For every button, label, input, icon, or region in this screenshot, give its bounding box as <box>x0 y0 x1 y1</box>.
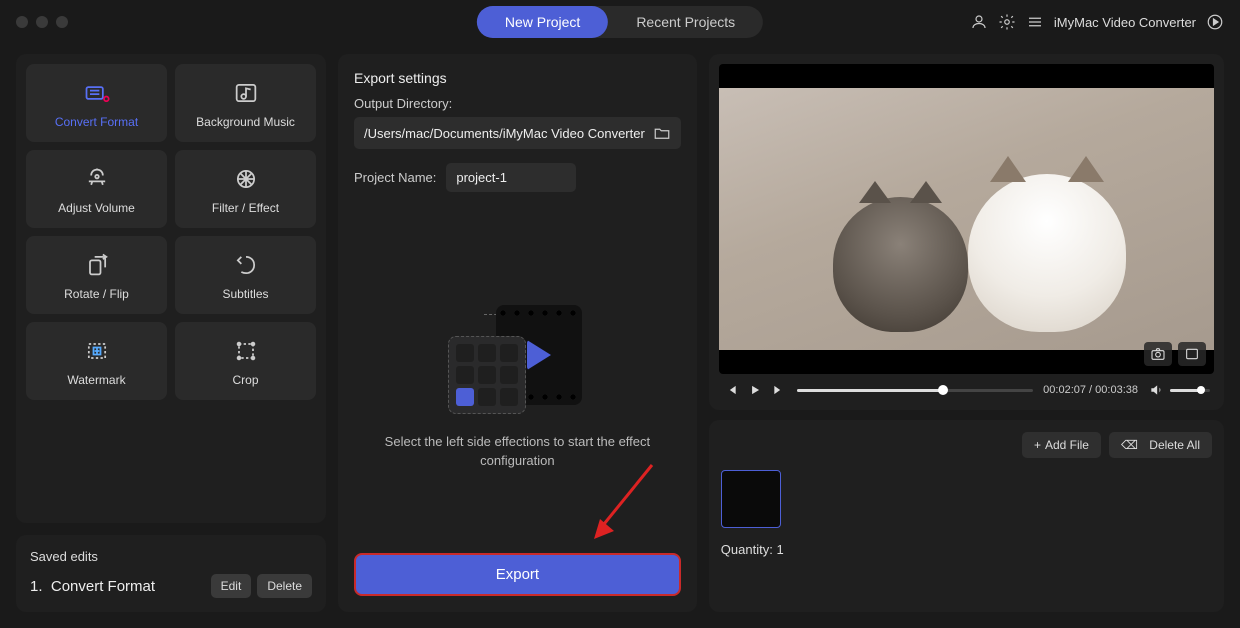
tool-subtitles[interactable]: Subtitles <box>175 236 316 314</box>
prev-button[interactable] <box>723 382 739 398</box>
filter-icon <box>230 163 262 195</box>
maximize-dot[interactable] <box>56 16 68 28</box>
tool-label: Background Music <box>196 115 295 129</box>
saved-edit-name: 1. Convert Format <box>30 578 155 595</box>
folder-browse-icon[interactable] <box>653 124 671 142</box>
tool-crop[interactable]: Crop <box>175 322 316 400</box>
delete-all-button[interactable]: ⌫ Delete All <box>1109 432 1212 458</box>
project-name-input[interactable] <box>446 163 576 192</box>
app-name: iMyMac Video Converter <box>1054 15 1196 30</box>
tool-watermark[interactable]: Watermark <box>26 322 167 400</box>
account-icon[interactable] <box>970 13 988 31</box>
tool-adjust-volume[interactable]: Adjust Volume <box>26 150 167 228</box>
volume-icon <box>81 163 113 195</box>
output-dir-value: /Users/mac/Documents/iMyMac Video Conver… <box>364 126 645 141</box>
export-settings-panel: Export settings Output Directory: /Users… <box>338 54 697 612</box>
quantity-display: Quantity: 1 <box>721 542 1212 557</box>
add-file-button[interactable]: +Add File <box>1022 432 1101 458</box>
tool-label: Crop <box>232 373 258 387</box>
tool-label: Filter / Effect <box>212 201 279 215</box>
video-preview[interactable] <box>719 64 1214 374</box>
files-panel: +Add File ⌫ Delete All Quantity: 1 <box>709 420 1224 612</box>
close-dot[interactable] <box>16 16 28 28</box>
volume-bar[interactable] <box>1170 389 1210 392</box>
next-button[interactable] <box>771 382 787 398</box>
tool-label: Adjust Volume <box>58 201 135 215</box>
tab-recent-projects[interactable]: Recent Projects <box>608 6 763 38</box>
rotate-icon <box>81 249 113 281</box>
file-thumbnail[interactable] <box>721 470 781 528</box>
music-icon <box>230 77 262 109</box>
saved-edits-panel: Saved edits 1. Convert Format Edit Delet… <box>16 535 326 612</box>
play-button[interactable] <box>747 382 763 398</box>
subtitles-icon <box>230 249 262 281</box>
delete-button[interactable]: Delete <box>257 574 312 598</box>
menu-icon[interactable] <box>1026 13 1044 31</box>
app-logo-icon <box>1206 13 1224 31</box>
tool-rotate-flip[interactable]: Rotate / Flip <box>26 236 167 314</box>
export-button[interactable]: Export <box>354 553 681 596</box>
titlebar: New Project Recent Projects iMyMac Video… <box>0 0 1240 44</box>
tool-convert-format[interactable]: Convert Format <box>26 64 167 142</box>
tab-new-project[interactable]: New Project <box>477 6 608 38</box>
fullscreen-icon[interactable] <box>1178 342 1206 366</box>
placeholder-text: Select the left side effections to start… <box>384 432 651 471</box>
settings-icon[interactable] <box>998 13 1016 31</box>
crop-icon <box>230 335 262 367</box>
preview-panel: 00:02:07 / 00:03:38 <box>709 54 1224 410</box>
tool-label: Watermark <box>67 373 125 387</box>
time-display: 00:02:07 / 00:03:38 <box>1043 384 1138 396</box>
minimize-dot[interactable] <box>36 16 48 28</box>
edit-button[interactable]: Edit <box>211 574 252 598</box>
convert-icon <box>81 77 113 109</box>
tools-panel: Convert Format Background Music Adjust V… <box>16 54 326 523</box>
progress-bar[interactable] <box>797 389 1033 392</box>
tool-background-music[interactable]: Background Music <box>175 64 316 142</box>
watermark-icon <box>81 335 113 367</box>
project-name-label: Project Name: <box>354 170 436 185</box>
output-dir-label: Output Directory: <box>354 96 681 111</box>
tool-label: Rotate / Flip <box>64 287 129 301</box>
saved-edit-row: 1. Convert Format Edit Delete <box>30 574 312 598</box>
window-controls <box>16 16 68 28</box>
tool-filter-effect[interactable]: Filter / Effect <box>175 150 316 228</box>
project-tabs: New Project Recent Projects <box>477 6 763 38</box>
saved-edits-title: Saved edits <box>30 549 312 564</box>
tool-label: Subtitles <box>222 287 268 301</box>
volume-icon[interactable] <box>1148 382 1164 398</box>
snapshot-icon[interactable] <box>1144 342 1172 366</box>
placeholder-graphic <box>442 299 592 414</box>
export-title: Export settings <box>354 70 681 86</box>
tool-label: Convert Format <box>55 115 138 129</box>
